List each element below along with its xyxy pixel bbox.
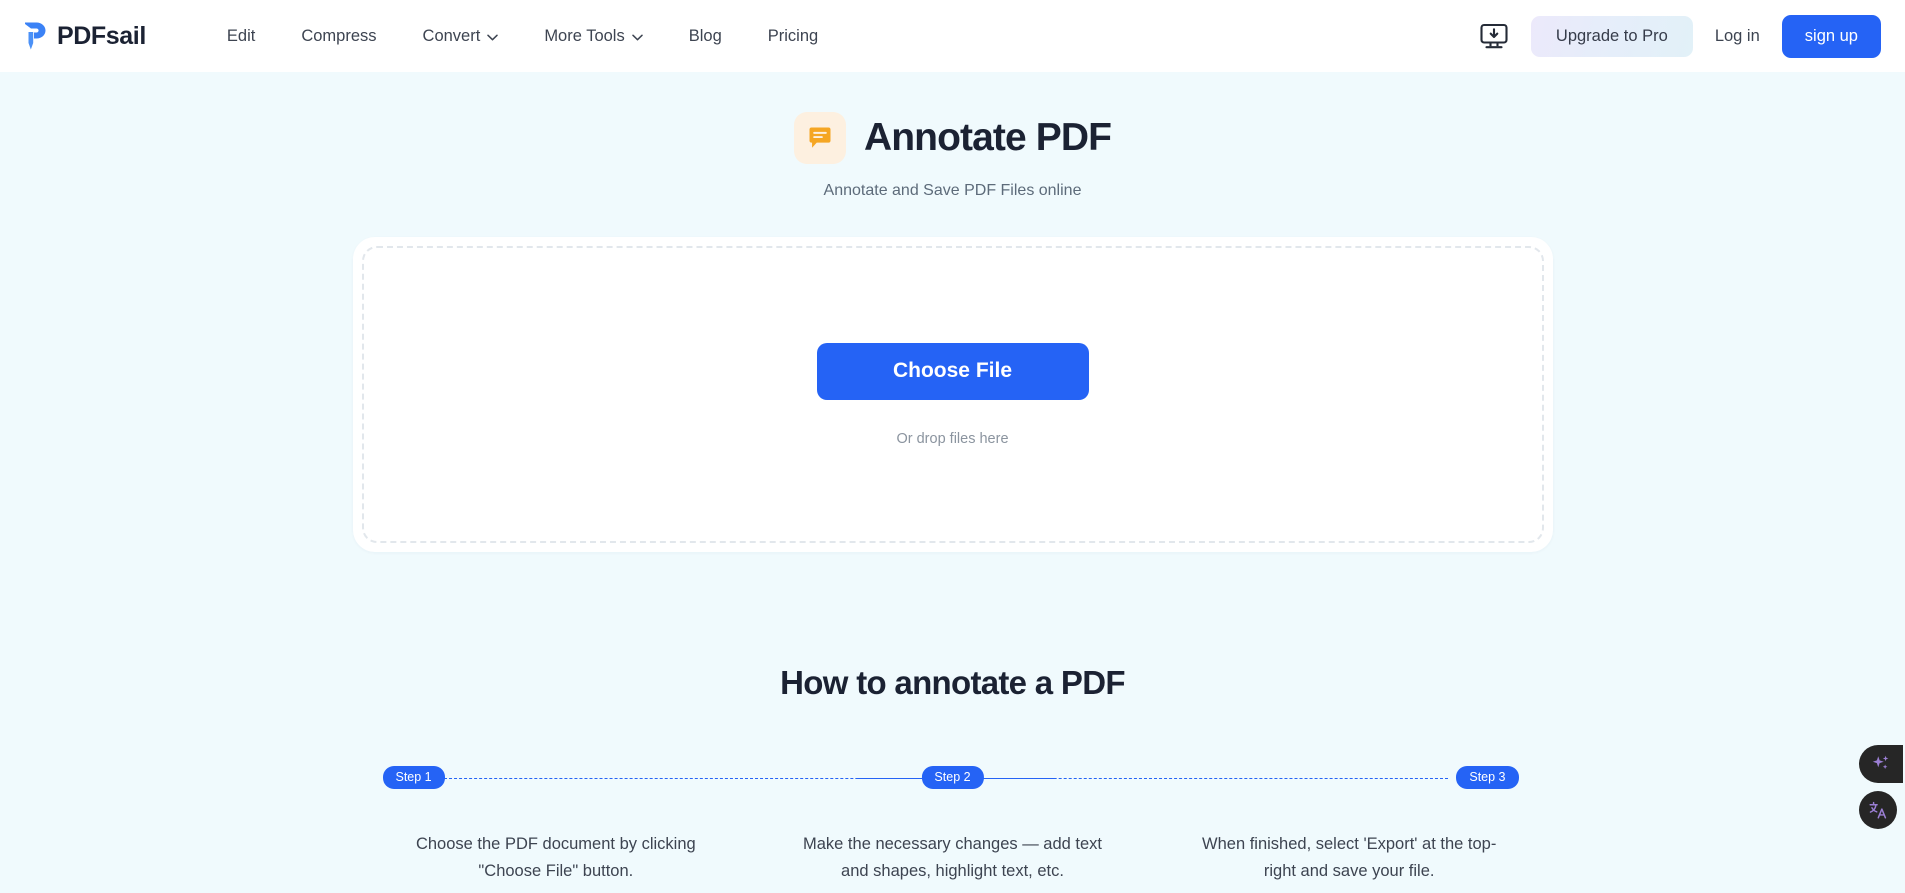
monitor-download-icon[interactable] <box>1479 21 1509 51</box>
nav-item-more-tools[interactable]: More Tools <box>521 17 665 56</box>
comment-annotate-icon <box>809 127 831 148</box>
howto-section: How to annotate a PDF Step 1 Step 2 Step… <box>0 664 1905 884</box>
drop-files-hint: Or drop files here <box>896 430 1009 447</box>
nav-item-label: Blog <box>688 26 722 45</box>
step-description-2: Make the necessary changes — add text an… <box>803 835 1102 880</box>
ai-assistant-button[interactable] <box>1859 745 1903 783</box>
step-badge-2: Step 2 <box>921 766 984 789</box>
upgrade-to-pro-button[interactable]: Upgrade to Pro <box>1530 15 1693 57</box>
step-description-1: Choose the PDF document by clicking "Cho… <box>415 835 696 880</box>
login-link[interactable]: Log in <box>1693 17 1782 56</box>
chevron-down-icon <box>487 34 499 40</box>
step-badges-row: Step 1 Step 2 Step 3 <box>358 766 1548 790</box>
nav-item-edit[interactable]: Edit <box>204 17 278 56</box>
chevron-down-icon <box>631 34 643 40</box>
annotate-tool-icon-badge <box>793 112 846 164</box>
nav-item-blog[interactable]: Blog <box>666 17 745 56</box>
pdfsail-pen-logo-icon <box>25 22 46 50</box>
site-header: PDFsail Edit Compress Convert More Tools… <box>0 0 1905 72</box>
choose-file-button[interactable]: Choose File <box>816 342 1089 400</box>
nav-item-label: Edit <box>226 26 256 45</box>
nav-item-label: More Tools <box>544 26 625 45</box>
file-upload-card: Choose File Or drop files here <box>352 237 1553 552</box>
nav-item-compress[interactable]: Compress <box>278 17 399 56</box>
howto-title: How to annotate a PDF <box>780 664 1125 701</box>
hero-title-row: Annotate PDF <box>0 112 1905 164</box>
steps-timeline: Step 1 Step 2 Step 3 Choose the PDF docu… <box>358 766 1548 884</box>
signup-button[interactable]: sign up <box>1781 14 1881 58</box>
translate-button[interactable] <box>1859 791 1897 829</box>
header-actions: Upgrade to Pro Log in sign up <box>1479 14 1881 58</box>
sparkles-ai-icon <box>1872 755 1889 770</box>
page-title: Annotate PDF <box>863 116 1112 159</box>
file-dropzone[interactable]: Choose File Or drop files here <box>361 246 1544 543</box>
brand-logo[interactable]: PDFsail <box>22 21 146 51</box>
translate-language-icon <box>1869 801 1887 819</box>
nav-item-convert[interactable]: Convert <box>400 17 522 56</box>
brand-name: PDFsail <box>57 21 146 50</box>
nav-item-label: Convert <box>422 26 481 45</box>
hero-section: Annotate PDF Annotate and Save PDF Files… <box>0 72 1905 200</box>
step-descriptions: Choose the PDF document by clicking "Cho… <box>358 831 1548 884</box>
page-subtitle: Annotate and Save PDF Files online <box>823 182 1082 199</box>
step-badge-1: Step 1 <box>382 766 445 789</box>
step-description-3: When finished, select 'Export' at the to… <box>1202 835 1497 880</box>
main-navigation: Edit Compress Convert More Tools Blog Pr… <box>204 17 841 56</box>
floating-action-buttons <box>1859 745 1905 829</box>
nav-item-pricing[interactable]: Pricing <box>745 17 841 56</box>
nav-item-label: Pricing <box>767 26 819 45</box>
nav-item-label: Compress <box>301 26 377 45</box>
step-badge-3: Step 3 <box>1456 766 1519 789</box>
